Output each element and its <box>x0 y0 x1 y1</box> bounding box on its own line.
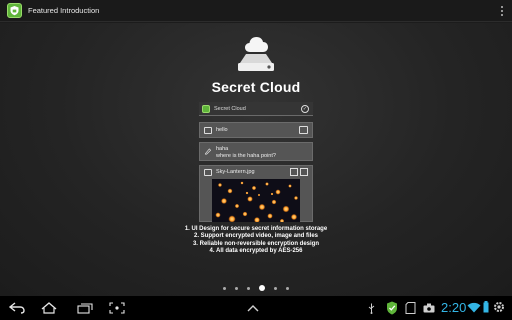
recent-apps-icon <box>77 303 93 314</box>
preview-header: Secret Cloud ✓ <box>199 102 313 116</box>
list-item-text: Sky-Lantern.jpg <box>216 169 255 175</box>
page-dot[interactable] <box>247 286 250 290</box>
overflow-menu-icon[interactable] <box>500 6 504 16</box>
feature-item: 1. UI Design for secure secret informati… <box>184 226 328 232</box>
settings-icon[interactable] <box>493 301 505 313</box>
list-item-text: haha where is the haha point? <box>216 146 276 159</box>
home-icon <box>41 302 57 314</box>
action-bar: Featured Introduction <box>0 0 512 22</box>
chevron-up-icon <box>247 305 259 312</box>
system-nav-bar: 2:20 <box>0 296 512 320</box>
back-icon <box>8 302 25 314</box>
actionbar-title: Featured Introduction <box>28 6 100 15</box>
feature-list: 1. UI Design for secure secret informati… <box>0 226 512 255</box>
page-dot-active[interactable] <box>259 285 265 291</box>
cloud-storage-icon <box>238 37 274 71</box>
list-item: Sky-Lantern.jpg <box>199 165 313 222</box>
usb-icon[interactable] <box>367 303 376 314</box>
app-icon[interactable] <box>7 3 22 18</box>
page-dot[interactable] <box>286 286 289 290</box>
recent-apps-button[interactable] <box>76 300 94 316</box>
shield-icon <box>10 6 19 16</box>
feature-item: 3. Reliable non-reversible encryption de… <box>192 240 320 247</box>
page-dot[interactable] <box>235 286 238 290</box>
back-button[interactable] <box>8 300 26 316</box>
image-icon <box>204 169 212 176</box>
sd-card-icon[interactable] <box>405 302 416 314</box>
list-item: hello <box>199 122 313 138</box>
share-icon <box>300 168 308 176</box>
feature-page[interactable]: Secret Cloud Secret Cloud ✓ hello haha w… <box>0 23 512 296</box>
check-icon: ✓ <box>301 105 309 113</box>
edit-icon <box>299 126 308 134</box>
camera-icon[interactable] <box>423 303 435 313</box>
preview-app-icon <box>202 104 210 113</box>
preview-app-title: Secret Cloud <box>214 105 246 112</box>
close-icon <box>290 168 298 176</box>
page-dot[interactable] <box>223 286 226 290</box>
wifi-icon[interactable] <box>467 302 481 313</box>
app-preview: Secret Cloud ✓ hello haha where is the h… <box>199 102 313 222</box>
status-clock[interactable]: 2:20 <box>441 300 466 315</box>
expand-menu-button[interactable] <box>244 300 262 316</box>
list-item-text: hello <box>216 127 228 133</box>
screenshot-button[interactable] <box>108 300 126 316</box>
battery-icon[interactable] <box>483 301 489 313</box>
sky-lantern-photo <box>212 179 300 222</box>
page-dot[interactable] <box>274 286 277 290</box>
note-icon <box>204 127 212 134</box>
feature-title: Secret Cloud <box>211 79 301 95</box>
list-item: haha where is the haha point? <box>199 142 313 161</box>
page-indicator <box>0 285 512 291</box>
home-button[interactable] <box>40 300 58 316</box>
secret-cloud-notification-icon[interactable] <box>386 301 398 315</box>
edit-note-icon <box>205 148 212 155</box>
feature-item: 4. All data encrypted by AES-256 <box>209 247 303 254</box>
feature-item: 2. Support encrypted video, image and fi… <box>193 233 319 240</box>
screenshot-icon <box>109 302 125 314</box>
